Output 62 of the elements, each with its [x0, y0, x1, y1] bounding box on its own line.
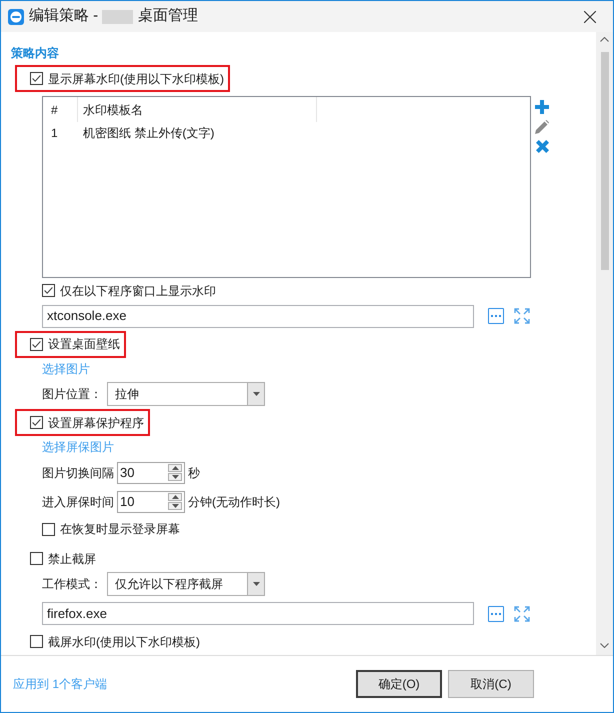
- section-title: 策略内容: [11, 45, 59, 62]
- text-field[interactable]: firefox.exe: [42, 602, 474, 625]
- spin-down-button[interactable]: [168, 473, 182, 482]
- number-field[interactable]: 10: [117, 490, 185, 513]
- checkbox-label: 显示屏幕水印(使用以下水印模板): [48, 70, 224, 88]
- caret-up-icon: [172, 495, 178, 500]
- unit-label: 秒: [188, 464, 200, 482]
- checkbox-label: 仅在以下程序窗口上显示水印: [60, 282, 216, 300]
- caret-down-icon: [247, 383, 264, 406]
- scrollbar-thumb[interactable]: [600, 52, 608, 270]
- caret-up-icon: [172, 466, 178, 470]
- checkmark-icon: [32, 340, 41, 348]
- checkbox[interactable]: [30, 416, 43, 430]
- field-label: 图片切换间隔: [42, 464, 115, 482]
- checkmark-icon: [32, 419, 41, 426]
- app-logo-icon: [8, 8, 24, 24]
- field-label: 图片位置：: [42, 386, 103, 404]
- checkbox-label: 设置屏幕保护程序: [48, 414, 144, 432]
- checkmark-icon: [44, 287, 53, 294]
- expand-icon[interactable]: [514, 606, 530, 622]
- checkbox-label: 禁止截屏: [48, 550, 96, 568]
- checkbox[interactable]: [30, 552, 43, 565]
- unit-label: 分钟(无动作时长): [188, 494, 280, 511]
- caret-down-icon: [172, 504, 178, 508]
- delete-x-icon[interactable]: [536, 140, 548, 153]
- field-label: 进入屏保时间: [42, 494, 115, 511]
- more-button[interactable]: [488, 606, 504, 622]
- spin-up-button[interactable]: [168, 464, 182, 472]
- field-label: 工作模式：: [42, 576, 103, 593]
- caret-down-icon: [172, 475, 178, 480]
- checkbox[interactable]: [30, 72, 43, 85]
- spin-up-button[interactable]: [168, 493, 182, 502]
- table-cell-text: 1: [50, 125, 59, 142]
- spin-down-button[interactable]: [168, 502, 182, 510]
- more-button[interactable]: [488, 308, 504, 324]
- expand-icon[interactable]: [514, 308, 530, 324]
- scrollbar[interactable]: [596, 32, 613, 655]
- number-field[interactable]: 30: [117, 462, 185, 484]
- checkbox-label: 截屏水印(使用以下水印模板): [48, 634, 200, 650]
- checkbox-label: 在恢复时显示登录屏幕: [60, 521, 180, 538]
- window-title: 编辑策略 -: [29, 6, 98, 26]
- checkbox[interactable]: [30, 635, 43, 648]
- checkbox[interactable]: [30, 338, 43, 351]
- select-field[interactable]: 仅允许以下程序截屏: [107, 572, 265, 596]
- window-title: 桌面管理: [138, 6, 198, 26]
- dialog-button[interactable]: 取消(C): [448, 670, 534, 698]
- table-cell-text: 机密图纸 禁止外传(文字): [82, 125, 214, 142]
- ellipsis-icon: [491, 315, 501, 318]
- checkbox-label: 设置桌面壁纸: [48, 336, 120, 354]
- scroll-down-icon[interactable]: [600, 643, 609, 648]
- select-field[interactable]: 拉伸: [107, 382, 265, 406]
- caret-down-icon: [247, 573, 264, 595]
- checkbox[interactable]: [42, 284, 55, 298]
- checkbox[interactable]: [42, 522, 55, 536]
- checkmark-icon: [32, 75, 41, 82]
- close-icon[interactable]: [584, 10, 596, 22]
- dialog-button[interactable]: 确定(O): [356, 670, 442, 698]
- column-header: 水印模板名: [78, 97, 317, 122]
- column-header: #: [43, 97, 78, 122]
- plus-icon[interactable]: [535, 100, 549, 114]
- text-field[interactable]: xtconsole.exe: [42, 304, 474, 328]
- scroll-up-icon[interactable]: [600, 37, 609, 42]
